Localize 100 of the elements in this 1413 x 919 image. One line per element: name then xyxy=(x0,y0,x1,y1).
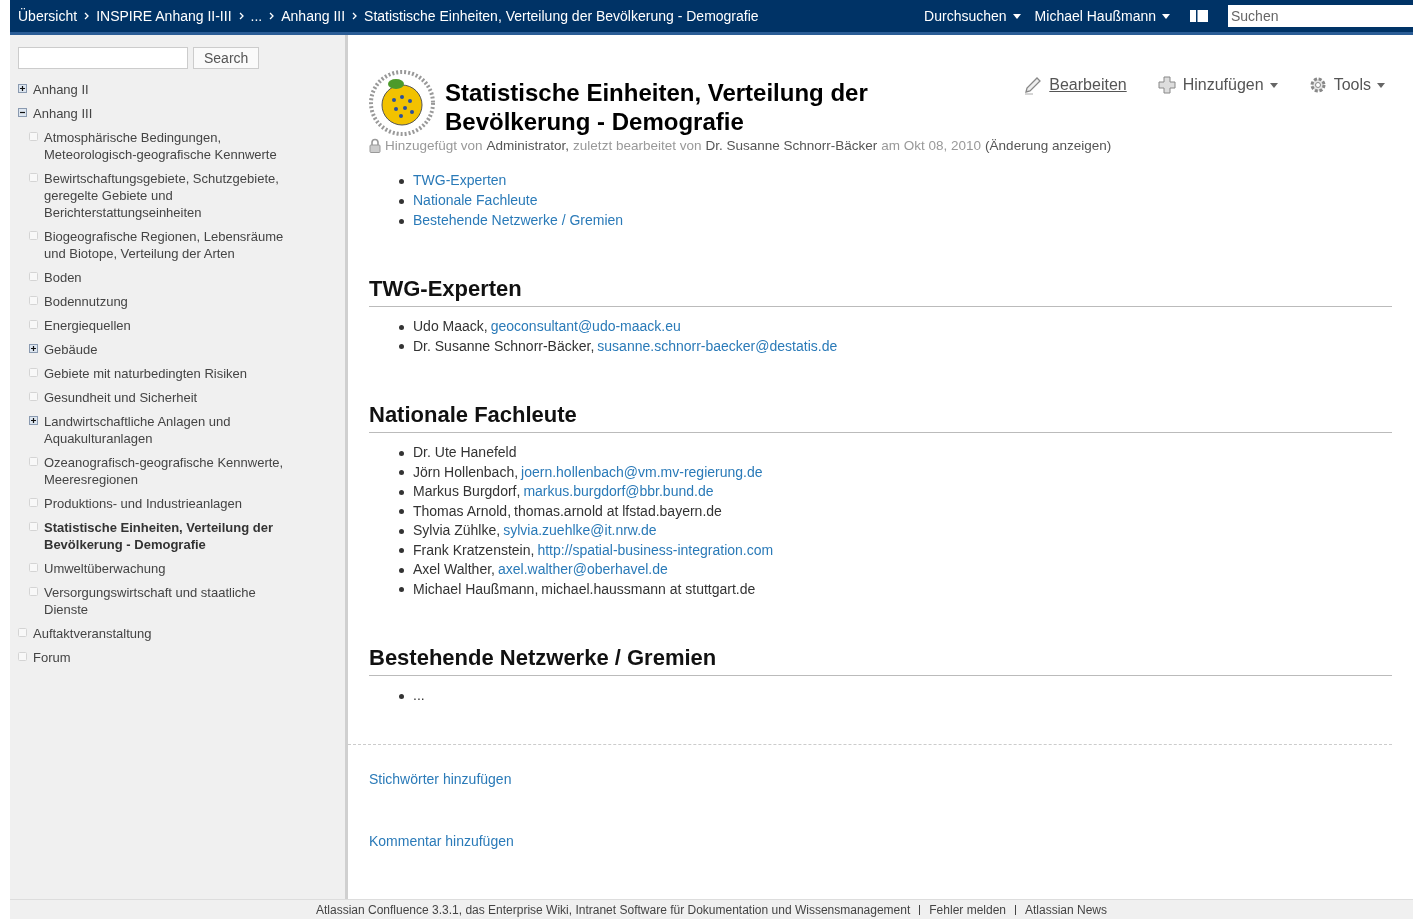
caret-icon xyxy=(1377,82,1385,88)
person-name: Udo Maack, xyxy=(413,318,488,334)
tree-item[interactable]: Atmosphärische Bedingungen, Meteorologisch-geografische Kennwerte xyxy=(44,129,300,163)
bullet-icon xyxy=(399,509,404,515)
bullet-icon xyxy=(399,198,404,204)
lock-icon xyxy=(369,138,381,153)
tree-item[interactable]: Boden xyxy=(44,269,82,286)
contact-link[interactable]: markus.burgdorf@bbr.bund.de xyxy=(523,483,714,499)
chevron-icon xyxy=(238,12,244,20)
footer-text: Atlassian Confluence 3.3.1, das Enterprise Wiki, Intranet Software für Dokumentation und Wissensmanagement xyxy=(315,902,911,917)
page-icon xyxy=(29,296,38,305)
tree-item[interactable]: Bewirtschaftungsgebiete, Schutzgebiete, geregelte Gebiete und Berichterstattungseinheiten xyxy=(44,170,300,221)
action-button[interactable]: Tools xyxy=(1307,75,1385,95)
toc-link[interactable]: Bestehende Netzwerke / Gremien xyxy=(413,212,624,228)
page-title: Statistische Einheiten, Verteilung der Bevölkerung - Demografie xyxy=(445,78,869,136)
contact-link[interactable]: joern.hollenbach@vm.mv-regierung.de xyxy=(521,463,763,480)
tree-item[interactable]: Ozeanografisch-geografische Kennwerte, Meeresregionen xyxy=(44,454,300,488)
bullet-icon xyxy=(399,587,404,593)
bullet-icon xyxy=(399,528,404,534)
tree-item[interactable]: Forum xyxy=(33,649,71,666)
section-heading: Bestehende Netzwerke / Gremien xyxy=(369,645,1392,676)
toc-link[interactable]: TWG-Experten xyxy=(413,172,507,188)
contact-text: thomas.arnold at lfstad.bayern.de xyxy=(514,502,722,519)
meta-text: Hinzugefügt von xyxy=(385,138,483,153)
tree-item[interactable]: Versorgungswirtschaft und staatliche Dienste xyxy=(44,584,300,618)
tree-item[interactable]: Landwirtschaftliche Anlagen und Aquakulturanlagen xyxy=(44,413,300,447)
action-button[interactable]: Bearbeiten xyxy=(1023,75,1127,95)
breadcrumb-link[interactable]: Anhang III xyxy=(281,8,346,24)
person-name: Jörn Hollenbach, xyxy=(413,463,519,480)
tree-item[interactable]: Gebiete mit naturbedingten Risiken xyxy=(44,365,248,382)
tree-item[interactable]: Gesundheit und Sicherheit xyxy=(44,389,198,406)
page-icon xyxy=(29,522,38,531)
bullet-icon xyxy=(399,470,404,476)
section-heading: Nationale Fachleute xyxy=(369,402,1392,433)
sidebar-search-field[interactable] xyxy=(18,47,188,69)
person-name: Markus Burgdorf, xyxy=(413,483,521,499)
tree-item[interactable]: Biogeografische Regionen, Lebensräume und Biotope, Verteilung der Arten xyxy=(44,228,300,262)
sidebar-toggle-icon[interactable] xyxy=(1190,10,1208,22)
person-name: ... xyxy=(413,687,425,703)
page-icon xyxy=(18,652,27,661)
tree-item[interactable]: Statistische Einheiten, Verteilung der Bevölkerung - Demografie xyxy=(44,519,300,553)
meta-name[interactable]: Dr. Susanne Schnorr-Bäcker xyxy=(705,138,878,153)
bullet-icon xyxy=(399,218,404,224)
breadcrumb-link[interactable]: INSPIRE Anhang II-III xyxy=(96,8,232,24)
page-icon xyxy=(29,498,38,507)
add-comment-link[interactable]: Kommentar hinzufügen xyxy=(369,832,1392,849)
tree-item[interactable]: Anhang III xyxy=(33,105,93,122)
caret-icon xyxy=(1012,13,1021,19)
page-icon xyxy=(29,231,38,240)
chevron-icon xyxy=(84,12,90,20)
bullet-icon xyxy=(399,567,404,573)
search-field[interactable]: Suchen xyxy=(1228,5,1413,27)
tree-item[interactable]: Auftaktveranstaltung xyxy=(33,625,152,642)
breadcrumb-link[interactable]: Übersicht xyxy=(18,8,78,24)
bullet-icon xyxy=(399,344,404,350)
contact-link[interactable]: sylvia.zuehlke@it.nrw.de xyxy=(503,522,657,538)
chevron-icon xyxy=(352,12,358,20)
menu-button[interactable]: Michael Haußmann xyxy=(1034,8,1170,24)
search-button[interactable]: Search xyxy=(193,47,260,69)
expand-icon[interactable] xyxy=(29,416,38,425)
tree-item[interactable]: Anhang II xyxy=(33,81,89,98)
tree-item[interactable]: Bodennutzung xyxy=(44,293,128,310)
tree-item[interactable]: Gebäude xyxy=(44,341,98,358)
meta-name[interactable]: (Änderung anzeigen) xyxy=(985,138,1112,153)
collapse-icon[interactable] xyxy=(18,108,27,117)
page-icon xyxy=(29,132,38,141)
contact-link[interactable]: axel.walther@oberhavel.de xyxy=(497,561,668,577)
page-icon xyxy=(18,628,27,637)
page-icon xyxy=(29,272,38,281)
contact-link[interactable]: geoconsultant@udo-maack.eu xyxy=(490,318,681,334)
contact-text: michael.haussmann at stuttgart.de xyxy=(541,580,756,597)
action-button[interactable]: Hinzufügen xyxy=(1156,75,1278,95)
expand-icon[interactable] xyxy=(18,84,27,93)
menu-button[interactable]: Durchsuchen xyxy=(924,8,1021,24)
caret-icon xyxy=(1269,82,1278,88)
bullet-icon xyxy=(399,178,404,184)
breadcrumb-link[interactable]: ... xyxy=(250,8,263,24)
add-labels-link[interactable]: Stichwörter hinzufügen xyxy=(369,770,1392,787)
footer-link[interactable]: Fehler melden xyxy=(929,902,1006,917)
person-name: Thomas Arnold, xyxy=(413,502,512,519)
bullet-icon xyxy=(399,489,404,495)
tree-item[interactable]: Energiequellen xyxy=(44,317,131,334)
breadcrumb-link[interactable]: Statistische Einheiten, Verteilung der Bevölkerung - Demografie xyxy=(364,8,759,24)
toc-link[interactable]: Nationale Fachleute xyxy=(413,192,538,208)
bullet-icon xyxy=(399,450,404,456)
expand-icon[interactable] xyxy=(29,344,38,353)
tree-item[interactable]: Umweltüberwachung xyxy=(44,560,166,577)
page-icon xyxy=(29,392,38,401)
person-name: Sylvia Zühlke, xyxy=(413,522,501,538)
page-icon xyxy=(29,320,38,329)
section-heading: TWG-Experten xyxy=(369,276,1392,307)
chevron-icon xyxy=(269,12,275,20)
logo-icon xyxy=(369,70,435,136)
bullet-icon xyxy=(399,324,404,330)
page-icon xyxy=(29,457,38,466)
footer-link[interactable]: Atlassian News xyxy=(1025,902,1108,917)
contact-link[interactable]: http://spatial-business-integration.com xyxy=(537,541,774,558)
tree-item[interactable]: Produktions- und Industrieanlagen xyxy=(44,495,243,512)
meta-name[interactable]: Administrator, xyxy=(486,138,570,153)
contact-link[interactable]: susanne.schnorr-baecker@destatis.de xyxy=(597,337,838,354)
